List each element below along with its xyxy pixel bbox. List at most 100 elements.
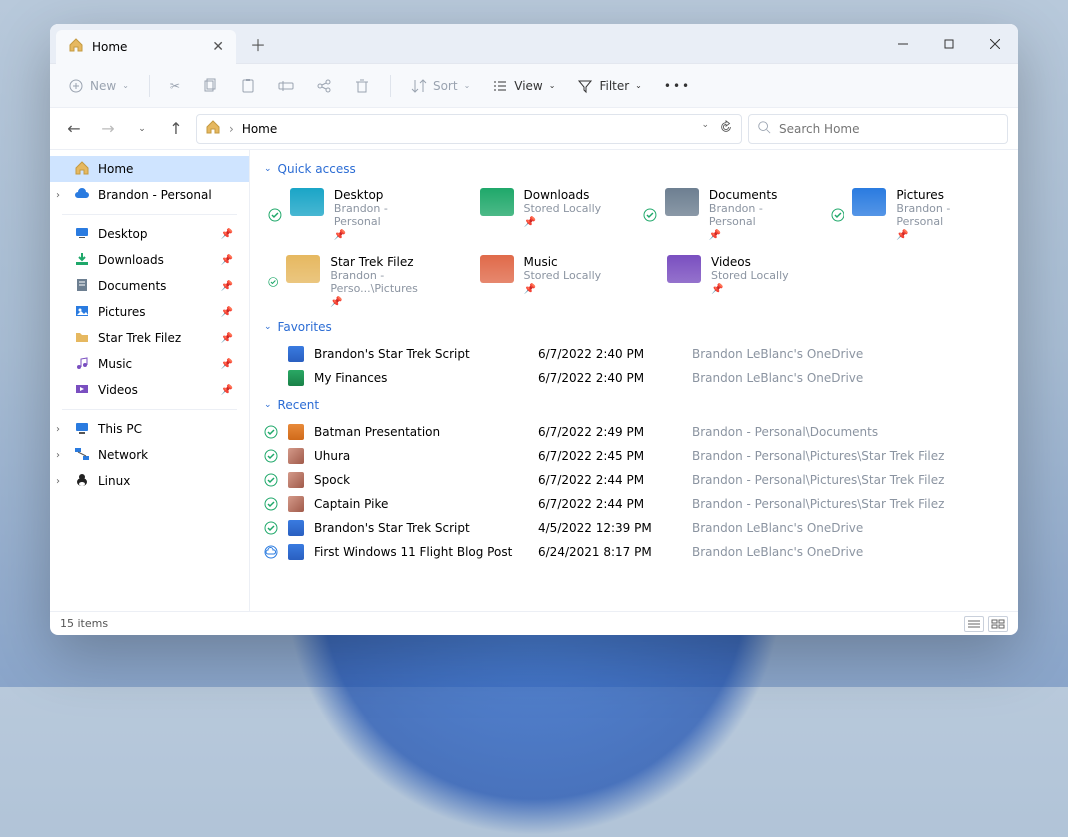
sidebar-item-music[interactable]: Music📌: [50, 351, 249, 377]
file-row[interactable]: Brandon's Star Trek Script6/7/2022 2:40 …: [264, 342, 1004, 366]
quickaccess-subtitle: Stored Locally: [524, 202, 602, 215]
file-icon: [288, 544, 304, 560]
file-date: 6/7/2022 2:44 PM: [538, 497, 688, 511]
more-icon: •••: [664, 79, 691, 93]
breadcrumb-home[interactable]: Home: [242, 122, 277, 136]
sidebar-item-documents[interactable]: Documents📌: [50, 273, 249, 299]
chevron-right-icon[interactable]: ›: [56, 424, 66, 435]
quickaccess-subtitle: Brandon - Personal: [896, 202, 1000, 228]
quickaccess-title: Documents: [709, 188, 813, 202]
quickaccess-title: Desktop: [334, 188, 438, 202]
pin-icon: 📌: [334, 230, 438, 241]
sidebar-item-desktop[interactable]: Desktop📌: [50, 221, 249, 247]
icons-view-button[interactable]: [988, 616, 1008, 632]
tab-close-button[interactable]: ✕: [212, 39, 224, 55]
pin-icon: 📌: [221, 255, 233, 266]
maximize-button[interactable]: [926, 24, 972, 64]
quickaccess-title: Pictures: [896, 188, 1000, 202]
sort-button[interactable]: Sort ⌄: [403, 74, 478, 98]
back-button[interactable]: ←: [60, 115, 88, 143]
file-location: Brandon - Personal\Pictures\Star Trek Fi…: [692, 449, 1004, 463]
file-row[interactable]: Spock6/7/2022 2:44 PMBrandon - Personal\…: [264, 468, 1004, 492]
quickaccess-subtitle: Brandon - Perso...\Pictures: [330, 269, 437, 295]
filter-button[interactable]: Filter ⌄: [569, 74, 649, 98]
sidebar-item-label: Home: [98, 162, 133, 176]
address-bar[interactable]: › Home ⌄: [196, 114, 742, 144]
file-date: 6/7/2022 2:40 PM: [538, 371, 688, 385]
sidebar-item-onedrive[interactable]: › Brandon - Personal: [50, 182, 249, 208]
new-tab-button[interactable]: ＋: [242, 32, 274, 56]
folder-icon: [480, 255, 514, 283]
search-input[interactable]: [779, 122, 999, 136]
file-name: Brandon's Star Trek Script: [314, 347, 534, 361]
delete-button[interactable]: [346, 74, 378, 98]
sidebar-item-thispc[interactable]: › This PC: [50, 416, 249, 442]
share-icon: [316, 78, 332, 94]
pin-icon: 📌: [709, 230, 813, 241]
file-row[interactable]: Brandon's Star Trek Script4/5/2022 12:39…: [264, 516, 1004, 540]
tab-home[interactable]: Home ✕: [56, 30, 236, 64]
file-row[interactable]: Uhura6/7/2022 2:45 PMBrandon - Personal\…: [264, 444, 1004, 468]
forward-button[interactable]: →: [94, 115, 122, 143]
section-header-recent[interactable]: ⌄ Recent: [260, 392, 1008, 418]
file-name: Batman Presentation: [314, 425, 534, 439]
quickaccess-desktop[interactable]: DesktopBrandon - Personal📌: [264, 184, 442, 245]
filter-icon: [577, 78, 593, 94]
chevron-down-icon: ⌄: [264, 164, 272, 174]
section-label: Quick access: [278, 162, 356, 176]
section-header-favorites[interactable]: ⌄ Favorites: [260, 314, 1008, 340]
quickaccess-pictures[interactable]: PicturesBrandon - Personal 📌: [827, 184, 1005, 245]
desktop-icon: [74, 225, 90, 244]
quickaccess-videos[interactable]: VideosStored Locally📌: [639, 251, 817, 312]
file-row[interactable]: My Finances6/7/2022 2:40 PMBrandon LeBla…: [264, 366, 1004, 390]
chevron-right-icon[interactable]: ›: [56, 190, 66, 201]
file-row[interactable]: First Windows 11 Flight Blog Post6/24/20…: [264, 540, 1004, 564]
more-button[interactable]: •••: [656, 75, 699, 97]
toolbar-separator: [390, 75, 391, 97]
section-header-quickaccess[interactable]: ⌄ Quick access: [260, 156, 1008, 182]
file-icon: [288, 472, 304, 488]
up-button[interactable]: ↑: [162, 115, 190, 143]
history-dropdown-button[interactable]: ⌄: [701, 120, 709, 137]
quickaccess-star-trek-filez[interactable]: Star Trek FilezBrandon - Perso...\Pictur…: [264, 251, 442, 312]
view-toggle: [964, 616, 1008, 632]
sync-icon: [268, 208, 282, 222]
sidebar-item-label: Linux: [98, 474, 130, 488]
file-name: Uhura: [314, 449, 534, 463]
paste-button[interactable]: [232, 74, 264, 98]
file-icon: [288, 520, 304, 536]
refresh-button[interactable]: [719, 120, 733, 137]
file-row[interactable]: Captain Pike6/7/2022 2:44 PMBrandon - Pe…: [264, 492, 1004, 516]
quickaccess-documents[interactable]: DocumentsBrandon - Personal📌: [639, 184, 817, 245]
copy-button[interactable]: [194, 74, 226, 98]
sidebar-item-pictures[interactable]: Pictures📌: [50, 299, 249, 325]
details-view-button[interactable]: [964, 616, 984, 632]
minimize-button[interactable]: [880, 24, 926, 64]
home-icon: [68, 37, 84, 56]
new-button[interactable]: New ⌄: [60, 74, 137, 98]
chevron-right-icon[interactable]: ›: [56, 450, 66, 461]
pin-icon: 📌: [221, 229, 233, 240]
view-button[interactable]: View ⌄: [484, 74, 563, 98]
section-label: Recent: [278, 398, 319, 412]
chevron-right-icon[interactable]: ›: [56, 476, 66, 487]
close-button[interactable]: [972, 24, 1018, 64]
sidebar-item-home[interactable]: Home: [50, 156, 249, 182]
file-name: Brandon's Star Trek Script: [314, 521, 534, 535]
share-button[interactable]: [308, 74, 340, 98]
sidebar-item-star-trek-filez[interactable]: Star Trek Filez📌: [50, 325, 249, 351]
recent-locations-button[interactable]: ⌄: [128, 115, 156, 143]
quickaccess-downloads[interactable]: DownloadsStored Locally📌: [452, 184, 630, 245]
file-icon: [288, 346, 304, 362]
sidebar-item-videos[interactable]: Videos📌: [50, 377, 249, 403]
chevron-down-icon: ⌄: [264, 322, 272, 332]
cut-button[interactable]: ✂: [162, 75, 188, 97]
sidebar-item-linux[interactable]: › Linux: [50, 468, 249, 494]
quickaccess-music[interactable]: MusicStored Locally📌: [452, 251, 630, 312]
rename-button[interactable]: [270, 74, 302, 98]
pin-icon: 📌: [896, 230, 1000, 241]
sidebar-item-downloads[interactable]: Downloads📌: [50, 247, 249, 273]
search-box[interactable]: [748, 114, 1008, 144]
sidebar-item-network[interactable]: › Network: [50, 442, 249, 468]
file-row[interactable]: Batman Presentation6/7/2022 2:49 PMBrand…: [264, 420, 1004, 444]
